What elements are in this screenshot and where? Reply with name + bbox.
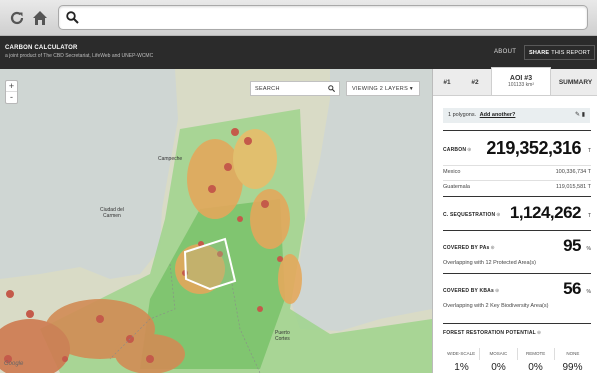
kbas-note: Overlapping with 2 Key Biodiversity Area… (443, 303, 549, 309)
map-label-campeche: Campeche (158, 156, 183, 162)
pas-value: 95 (563, 236, 581, 255)
carbon-value: 219,352,316 (486, 138, 581, 158)
forest-restoration-row: FOREST RESTORATION POTENTIAL⊕ (443, 330, 591, 338)
app-title: CARBON CALCULATOR (5, 45, 78, 51)
forest-column-header: NONE (566, 351, 580, 356)
share-label-rest: THIS REPORT (551, 49, 591, 56)
app-subtitle: a joint product of The CBD Secretariat, … (5, 53, 154, 59)
forest-values: 1% 0% 0% 99% (443, 362, 591, 373)
report-panel: #1 #2 AOI #3 101133 km² SUMMARY 1 polygo… (432, 67, 597, 373)
about-link[interactable]: ABOUT (494, 49, 516, 55)
divider (443, 165, 591, 166)
forest-column-header: MOSAIC (480, 348, 518, 360)
zoom-in-button[interactable]: + (6, 81, 17, 92)
sequestration-label: C. SEQUESTRATION⊕ (443, 212, 501, 218)
forest-value: 0% (491, 362, 506, 373)
tab-aoi-3[interactable]: AOI #3 101133 km² (491, 67, 551, 95)
sequestration-unit: T (587, 213, 591, 219)
kba-row: COVERED BY KBAs⊕ 56 % (443, 279, 591, 299)
zoom-control: + - (5, 80, 18, 104)
pas-note: Overlapping with 12 Protected Area(s) (443, 260, 536, 266)
divider (443, 273, 591, 274)
divider (443, 196, 591, 197)
forest-columns: WIDE-SCALE MOSAIC REMOTE NONE (443, 348, 591, 360)
tab-aoi-2[interactable]: #2 (461, 69, 489, 96)
map-search-input[interactable]: SEARCH (250, 81, 340, 96)
pas-unit: % (586, 246, 591, 252)
map-label-puerto-cortes: Puerto Cortes (275, 330, 290, 342)
search-icon (66, 11, 79, 29)
browser-toolbar (0, 0, 597, 36)
magnifier-icon (328, 85, 336, 94)
share-report-button[interactable]: SHARE THIS REPORT (524, 45, 596, 60)
refresh-icon[interactable] (7, 8, 27, 28)
forest-value: 99% (562, 362, 583, 373)
map-canvas[interactable] (0, 69, 432, 373)
country-carbon: 119,015,581 T (556, 184, 591, 190)
layers-dropdown[interactable]: VIEWING 2 LAYERS ▼ (346, 81, 420, 96)
layers-label: VIEWING 2 LAYERS (352, 86, 409, 92)
forest-column-header: REMOTE (518, 348, 555, 360)
carbon-label: CARBON⊕ (443, 147, 472, 153)
edit-delete-icons[interactable]: ✎ ▮ (575, 111, 585, 118)
divider (443, 130, 591, 131)
sequestration-value: 1,124,262 (509, 203, 582, 222)
tab-aoi-1[interactable]: #1 (433, 69, 461, 96)
tab-aoi-3-area: 101133 km² (507, 82, 535, 88)
divider (443, 230, 591, 231)
aoi-report: 1 polygons. Add another? ✎ ▮ CARBON⊕ 219… (433, 96, 597, 373)
kbas-value: 56 (563, 279, 581, 298)
kbas-label: COVERED BY KBAs⊕ (443, 288, 500, 294)
tab-aoi-3-label: AOI #3 (509, 75, 533, 82)
google-logo: Google (4, 361, 24, 367)
polygon-count: 1 polygons. (448, 112, 477, 118)
polygon-bar: 1 polygons. Add another? ✎ ▮ (443, 108, 590, 123)
carbon-country-row: Mexico 100,336,734 T (443, 169, 591, 178)
kbas-note-row: Overlapping with 2 Key Biodiversity Area… (443, 303, 591, 311)
carbon-row: CARBON⊕ 219,352,316 T (443, 138, 591, 160)
divider (443, 180, 591, 181)
tab-summary[interactable]: SUMMARY (553, 69, 597, 96)
country-name: Guatemala (443, 184, 470, 190)
map-view[interactable]: + - SEARCH VIEWING 2 LAYERS ▼ Campeche C… (0, 69, 432, 373)
app-header: CARBON CALCULATOR a joint product of The… (0, 36, 597, 69)
url-search-input[interactable] (58, 5, 588, 30)
aoi-tabs: #1 #2 AOI #3 101133 km² SUMMARY (433, 67, 597, 96)
home-icon[interactable] (30, 8, 50, 28)
forest-value: 0% (528, 362, 543, 373)
country-carbon: 100,336,734 T (555, 169, 591, 175)
forest-value: 1% (454, 362, 469, 373)
kbas-unit: % (586, 289, 591, 295)
forest-label: FOREST RESTORATION POTENTIAL⊕ (443, 330, 542, 336)
forest-column-header: WIDE-SCALE (443, 348, 481, 360)
carbon-unit: T (587, 148, 591, 154)
pas-label: COVERED BY PAs⊕ (443, 245, 495, 251)
map-search-label: SEARCH (255, 86, 280, 92)
carbon-country-row: Guatemala 119,015,581 T (443, 184, 591, 193)
map-label-ciudad-del-carmen: Ciudad del Carmen (100, 207, 124, 219)
divider (443, 323, 591, 324)
pas-note-row: Overlapping with 12 Protected Area(s) (443, 260, 591, 268)
share-label: SHARE (529, 49, 550, 56)
add-another-link[interactable]: Add another? (480, 112, 516, 118)
sequestration-row: C. SEQUESTRATION⊕ 1,124,262 T (443, 203, 591, 225)
chevron-down-icon: ▼ (408, 86, 414, 92)
zoom-out-button[interactable]: - (6, 92, 17, 103)
protected-areas-row: COVERED BY PAs⊕ 95 % (443, 236, 591, 256)
country-name: Mexico (443, 169, 461, 175)
